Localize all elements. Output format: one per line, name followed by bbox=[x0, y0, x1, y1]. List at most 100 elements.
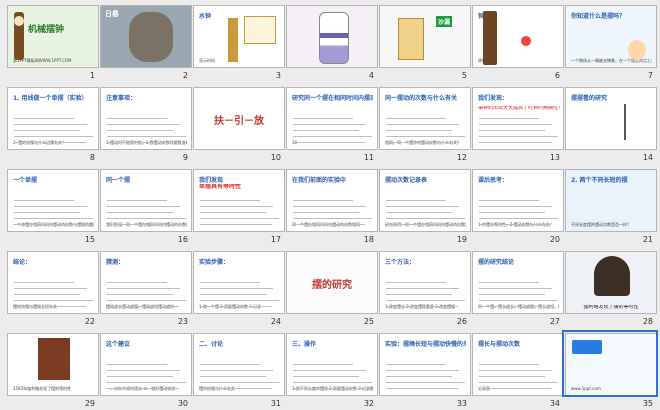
slide-preview[interactable]: 在我们前面的实验中同一个摆在相同时间内摆动的次数相同 bbox=[286, 169, 378, 232]
slide-thumbnail-4[interactable]: 4 bbox=[286, 5, 378, 80]
slide-preview[interactable]: 同一个摆我们发现：同一个摆在相同时间内摆动的次数相同 bbox=[100, 169, 192, 232]
slide-preview[interactable]: 二、讨论摆的快慢与什么有关 bbox=[193, 333, 285, 396]
text-line bbox=[200, 218, 279, 219]
slide-thumbnail-29[interactable]: 1583年伽利略发现了摆的等时性 29 bbox=[7, 333, 99, 408]
slide-thumbnail-24[interactable]: 实验步骤：1.做一个摆 2.测量摆动次数 3.记录 24 bbox=[193, 251, 285, 326]
slide-thumbnail-8[interactable]: 1. 用线做一个单摆（实验）2. 摆的快慢与什么因素有关？ 8 bbox=[7, 87, 99, 162]
slide-preview[interactable]: 课后思考：1.单摆有等时性。2.摆动次数与什么有关？ bbox=[472, 169, 564, 232]
text-line bbox=[200, 288, 273, 289]
slide-preview[interactable]: 注意事项：1.摆动时不能用力推。2.数摆动次数时要数准确。3.实验时要注意安全。 bbox=[100, 87, 192, 150]
slide-thumbnail-10[interactable]: 扶－引－放 10 bbox=[193, 87, 285, 162]
slide-preview[interactable]: 沙漏 bbox=[379, 5, 471, 68]
slide-preview[interactable]: 机械摆钟 第1PPT模板网WWW.1PPT.COM bbox=[7, 5, 99, 68]
slide-preview[interactable]: 三个方法：1.改变摆长 2.改变摆锤重量 3.改变摆幅 bbox=[379, 251, 471, 314]
slide-preview[interactable]: 日晷 bbox=[100, 5, 192, 68]
slide-thumbnail-17[interactable]: 我们发现 单摆具有等时性 17 bbox=[193, 169, 285, 244]
text-line bbox=[14, 124, 87, 125]
text-line bbox=[479, 206, 552, 207]
text-line bbox=[107, 370, 180, 371]
text-line bbox=[200, 200, 260, 201]
text-line bbox=[14, 212, 80, 213]
slide-thumbnail-22[interactable]: 结论：摆的快慢与摆绳长短有关 22 bbox=[7, 251, 99, 326]
text-line bbox=[386, 118, 446, 119]
slide-preview[interactable]: 水钟 显示时间 bbox=[193, 5, 285, 68]
slide-thumbnail-5[interactable]: 沙漏 5 bbox=[379, 5, 471, 80]
slide-preview[interactable]: 摆长与摆动次数记录表 bbox=[472, 333, 564, 396]
slide-thumbnail-11[interactable]: 研究同一个摆在相同时间内摆动的次数30 11 bbox=[286, 87, 378, 162]
slide-thumbnail-13[interactable]: 我们发现： 摆钟的出现大大提高了时钟的精确性！ 13 bbox=[472, 87, 564, 162]
slide-thumbnail-28[interactable]: 伽利略发现了摆的等时性 28 bbox=[565, 251, 657, 326]
slide-preview[interactable]: 实验步骤：1.做一个摆 2.测量摆动次数 3.记录 bbox=[193, 251, 285, 314]
slide-preview[interactable]: 研究同一个摆在相同时间内摆动的次数30 bbox=[286, 87, 378, 150]
slide-preview[interactable]: 钟摆钟摆 bbox=[472, 5, 564, 68]
slide-number: 22 bbox=[84, 317, 95, 326]
slide-thumbnail-16[interactable]: 同一个摆我们发现：同一个摆在相同时间内摆动的次数相同 16 bbox=[100, 169, 192, 244]
text-line bbox=[386, 224, 458, 225]
galileo-portrait-image bbox=[594, 256, 630, 296]
slide-preview[interactable]: 摆的研究 bbox=[286, 251, 378, 314]
slide-thumbnail-12[interactable]: 同一摆动的次数与什么有关相同。同一个摆钟的摆动次数与什么有关？ 12 bbox=[379, 87, 471, 162]
slide-preview[interactable]: 同一摆动的次数与什么有关相同。同一个摆钟的摆动次数与什么有关？ bbox=[379, 87, 471, 150]
text-line bbox=[479, 300, 558, 301]
text-line bbox=[479, 376, 545, 377]
slide-thumbnail-30[interactable]: 这个建议一、对本节课的建议 二、做好摆动实验 30 bbox=[100, 333, 192, 408]
slide-thumbnail-31[interactable]: 二、讨论摆的快慢与什么有关 31 bbox=[193, 333, 285, 408]
text-line bbox=[293, 124, 366, 125]
slide-thumbnail-1[interactable]: 机械摆钟 第1PPT模板网WWW.1PPT.COM 1 bbox=[7, 5, 99, 80]
slide-caption: 伽利略发现了摆的等时性 bbox=[583, 305, 639, 310]
slide-preview[interactable]: 伽利略发现了摆的等时性 bbox=[565, 251, 657, 314]
slide-thumbnail-26[interactable]: 三个方法：1.改变摆长 2.改变摆锤重量 3.改变摆幅 26 bbox=[379, 251, 471, 326]
text-line bbox=[293, 206, 366, 207]
slide-thumbnail-18[interactable]: 在我们前面的实验中同一个摆在相同时间内摆动的次数相同 18 bbox=[286, 169, 378, 244]
slide-preview[interactable]: 你知道什么是摆吗？一个物体从一端被支撑着，在一个固定的点上来回摆动，叫做摆。 bbox=[565, 5, 657, 68]
slide-preview[interactable]: 我们发现 单摆具有等时性 bbox=[193, 169, 285, 232]
text-line bbox=[14, 282, 74, 283]
slide-preview[interactable]: 摆动次数记录表研究表明：同一个摆在相同时间内摆动的次数是相同的 bbox=[379, 169, 471, 232]
slide-thumbnail-32[interactable]: 三、操作1.用不同长度的摆线 2.测量摆动次数 3.记录数据 32 bbox=[286, 333, 378, 408]
slide-thumbnail-25[interactable]: 摆的研究 25 bbox=[286, 251, 378, 326]
slide-thumbnail-33[interactable]: 实验：摆绳长短与摆动快慢的关系 33 bbox=[379, 333, 471, 408]
slide-preview[interactable]: 我们发现： 摆钟的出现大大提高了时钟的精确性！ bbox=[472, 87, 564, 150]
slide-thumbnail-3[interactable]: 水钟 显示时间 3 bbox=[193, 5, 285, 80]
slide-preview[interactable]: 摆的研究结论同一个摆，摆长越长，摆动越慢；摆长越短，摆动越快。 bbox=[472, 251, 564, 314]
slide-preview[interactable]: 这个建议一、对本节课的建议 二、做好摆动实验 bbox=[100, 333, 192, 396]
slide-title: 我们发现： bbox=[478, 95, 509, 102]
slide-thumbnail-15[interactable]: 一个单摆一个单摆在相同时间内摆动的次数与摆锤的重量、摆幅无关 15 bbox=[7, 169, 99, 244]
slide-preview[interactable]: 实验：摆绳长短与摆动快慢的关系 bbox=[379, 333, 471, 396]
slide-preview[interactable]: 猜测：摆绳越长摆动越慢，摆绳越短摆动越快 bbox=[100, 251, 192, 314]
slide-thumbnail-20[interactable]: 课后思考：1.单摆有等时性。2.摆动次数与什么有关？ 20 bbox=[472, 169, 564, 244]
slide-title: 猜测： bbox=[106, 259, 125, 266]
slide-title: 结论： bbox=[13, 259, 32, 266]
slide-thumbnail-21[interactable]: 2. 两个不同长短的摆 不同长度摆的摆动次数是否一样？ 21 bbox=[565, 169, 657, 244]
text-line bbox=[14, 130, 80, 131]
slide-number: 17 bbox=[270, 235, 281, 244]
slide-preview[interactable]: 1. 用线做一个单摆（实验）2. 摆的快慢与什么因素有关？ bbox=[7, 87, 99, 150]
slide-thumbnail-34[interactable]: 摆长与摆动次数记录表 34 bbox=[472, 333, 564, 408]
slide-preview[interactable]: 摆摆看的研究 bbox=[565, 87, 657, 150]
clock-face-icon bbox=[14, 16, 24, 26]
slide-thumbnail-14[interactable]: 摆摆看的研究 14 bbox=[565, 87, 657, 162]
text-line bbox=[200, 306, 272, 307]
slide-preview[interactable]: 1583年伽利略发现了摆的等时性 bbox=[7, 333, 99, 396]
slide-thumbnail-7[interactable]: 你知道什么是摆吗？一个物体从一端被支撑着，在一个固定的点上来回摆动，叫做摆。 7 bbox=[565, 5, 657, 80]
slide-thumbnail-19[interactable]: 摆动次数记录表研究表明：同一个摆在相同时间内摆动的次数是相同的 19 bbox=[379, 169, 471, 244]
text-line bbox=[200, 206, 273, 207]
slide-thumbnail-35[interactable]: 第1PPTwww.1ppt.com35 bbox=[562, 330, 658, 408]
slide-thumbnail-9[interactable]: 注意事项：1.摆动时不能用力推。2.数摆动次数时要数准确。3.实验时要注意安全。… bbox=[100, 87, 192, 162]
text-line bbox=[386, 376, 452, 377]
water-clock-image bbox=[228, 18, 238, 62]
slide-preview[interactable]: 三、操作1.用不同长度的摆线 2.测量摆动次数 3.记录数据 bbox=[286, 333, 378, 396]
slide-preview[interactable] bbox=[286, 5, 378, 68]
slide-thumbnail-6[interactable]: 钟摆钟摆 6 bbox=[472, 5, 564, 80]
slide-preview[interactable]: 结论：摆的快慢与摆绳长短有关 bbox=[7, 251, 99, 314]
slide-thumbnail-23[interactable]: 猜测：摆绳越长摆动越慢，摆绳越短摆动越快 23 bbox=[100, 251, 192, 326]
slide-title: 同一个摆 bbox=[106, 177, 131, 184]
slide-number: 13 bbox=[549, 153, 560, 162]
slide-preview[interactable]: 扶－引－放 bbox=[193, 87, 285, 150]
slide-preview[interactable]: 一个单摆一个单摆在相同时间内摆动的次数与摆锤的重量、摆幅无关 bbox=[7, 169, 99, 232]
slide-thumbnail-2[interactable]: 日晷 2 bbox=[100, 5, 192, 80]
slide-thumbnail-27[interactable]: 摆的研究结论同一个摆，摆长越长，摆动越慢；摆长越短，摆动越快。 27 bbox=[472, 251, 564, 326]
text-line bbox=[200, 224, 272, 225]
slide-preview[interactable]: 2. 两个不同长短的摆 不同长度摆的摆动次数是否一样？ bbox=[565, 169, 657, 232]
text-line bbox=[107, 224, 179, 225]
